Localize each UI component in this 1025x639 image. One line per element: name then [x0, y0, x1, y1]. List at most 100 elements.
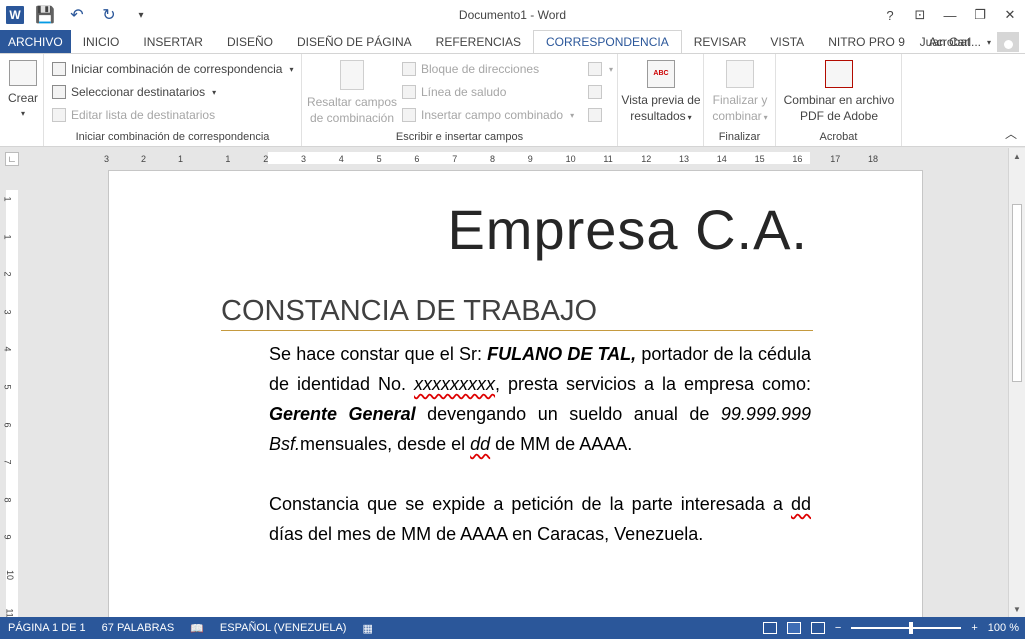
- insert-field-icon: [402, 108, 416, 122]
- ribbon-tabs: ARCHIVO INICIO INSERTAR DISEÑO DISEÑO DE…: [0, 30, 1025, 53]
- help-button[interactable]: ?: [875, 0, 905, 30]
- word-count[interactable]: 67 PALABRAS: [94, 622, 183, 634]
- edit-list-icon: [52, 108, 66, 122]
- view-zoom-controls: − + 100 %: [762, 617, 1019, 639]
- zoom-level[interactable]: 100 %: [988, 622, 1019, 634]
- proofing-icon[interactable]: 📖: [182, 622, 212, 635]
- finish-merge-icon: [726, 60, 754, 88]
- document-page[interactable]: Empresa C.A. CONSTANCIA DE TRABAJO Se ha…: [108, 170, 923, 617]
- ruler-tick: 18: [868, 154, 879, 164]
- seleccionar-label: Seleccionar destinatarios: [71, 85, 206, 99]
- crear-button[interactable]: Crear ▾: [6, 60, 40, 122]
- tab-inicio[interactable]: INICIO: [71, 30, 132, 53]
- combinar-label-1: Combinar en archivo: [783, 93, 895, 107]
- horizontal-ruler[interactable]: ∟ 3 2 1 1 2 3 4 5 6 7 8 9 10 11 12 13 14 15 16 17 18: [0, 148, 1008, 168]
- bloque-label: Bloque de direcciones: [421, 62, 540, 76]
- user-name: Juan Carl...: [919, 35, 981, 49]
- group-label-finalizar: Finalizar: [718, 131, 761, 143]
- print-layout-icon[interactable]: [786, 622, 801, 634]
- document-heading: CONSTANCIA DE TRABAJO: [221, 295, 813, 331]
- group-label-iniciar: Iniciar combinación de correspondencia: [75, 131, 270, 143]
- combinar-pdf-button[interactable]: Combinar en archivo PDF de Adobe: [778, 60, 900, 124]
- zoom-slider[interactable]: [851, 622, 962, 634]
- zoom-in-button[interactable]: +: [971, 622, 977, 634]
- read-mode-icon[interactable]: [762, 622, 777, 634]
- finalizar-button[interactable]: Finalizar y combinar ▾: [706, 60, 774, 126]
- close-button[interactable]: ✕: [995, 0, 1025, 30]
- preview-abc-icon: ABC: [647, 60, 675, 88]
- page-count[interactable]: PÁGINA 1 DE 1: [0, 622, 94, 634]
- scroll-down-icon[interactable]: ▼: [1009, 601, 1025, 617]
- tab-archivo[interactable]: ARCHIVO: [0, 30, 71, 53]
- zoom-out-button[interactable]: −: [835, 622, 841, 634]
- title-bar: W 💾 ↶ ↻ ▾ Documento1 - Word ? ⊡ — ❐ ✕: [0, 0, 1025, 30]
- iniciar-label: Iniciar combinación de correspondencia: [71, 62, 283, 76]
- ruler-tick: 17: [830, 154, 841, 164]
- rules-button[interactable]: ▾: [588, 62, 613, 76]
- seleccionar-destinatarios-button[interactable]: Seleccionar destinatarios ▾: [52, 85, 216, 99]
- tab-correspondencia[interactable]: CORRESPONDENCIA: [533, 30, 682, 53]
- vertical-ruler[interactable]: 1 1 2 3 4 5 6 7 8 9 10 11: [0, 168, 24, 617]
- ruler-tick: 10: [565, 154, 576, 164]
- p1-text-a: Se hace constar que el Sr:: [269, 344, 488, 364]
- editar-lista-button[interactable]: Editar lista de destinatarios: [52, 108, 215, 122]
- scroll-thumb[interactable]: [1012, 204, 1022, 382]
- status-bar: PÁGINA 1 DE 1 67 PALABRAS 📖 ESPAÑOL (VEN…: [0, 617, 1025, 639]
- window-title: Documento1 - Word: [458, 8, 567, 22]
- id-number: xxxxxxxxx: [414, 374, 496, 394]
- p2-text-a: Constancia que se expide a petición de l…: [269, 494, 791, 514]
- update-labels-button[interactable]: [588, 108, 602, 122]
- minimize-button[interactable]: —: [935, 0, 965, 30]
- match-fields-button[interactable]: [588, 85, 602, 99]
- p1-text-c: , presta servicios a la empresa como:: [495, 374, 811, 394]
- ruler-tick: 9: [527, 154, 533, 164]
- chevron-down-icon: ▾: [986, 37, 991, 47]
- tab-revisar[interactable]: REVISAR: [682, 30, 759, 53]
- iniciar-combinacion-button[interactable]: Iniciar combinación de correspondencia ▾: [52, 62, 293, 76]
- language-indicator[interactable]: ESPAÑOL (VENEZUELA): [212, 622, 355, 634]
- ruler-tick: 16: [792, 154, 803, 164]
- ruler-tick: 8: [490, 154, 496, 164]
- rules-icon: [588, 62, 602, 76]
- window-controls: ? ⊡ — ❐ ✕: [875, 0, 1025, 30]
- tab-insertar[interactable]: INSERTAR: [131, 30, 215, 53]
- tab-nitro[interactable]: NITRO PRO 9: [816, 30, 917, 53]
- resaltar-campos-button[interactable]: Resaltar campos de combinación: [306, 60, 398, 126]
- tab-diseno[interactable]: DISEÑO: [215, 30, 285, 53]
- paragraph-2: Constancia que se expide a petición de l…: [269, 489, 811, 549]
- tab-diseno-pagina[interactable]: DISEÑO DE PÁGINA: [285, 30, 424, 53]
- collapse-ribbon-icon[interactable]: ︿: [1005, 125, 1017, 142]
- finalizar-label-2: combinar: [712, 109, 762, 123]
- user-account[interactable]: Juan Carl... ▾: [920, 32, 1019, 52]
- vista-previa-button[interactable]: ABC Vista previa de resultados ▾: [620, 60, 702, 126]
- ruler-tick: 3: [2, 309, 13, 315]
- tab-selector[interactable]: ∟: [5, 152, 19, 166]
- p1-text-f: de MM de AAAA.: [490, 434, 633, 454]
- vista-label-2: resultados: [630, 109, 686, 123]
- vertical-scrollbar[interactable]: ▲ ▼: [1008, 148, 1025, 617]
- ruler-tick: 8: [2, 497, 13, 503]
- group-crear: Crear ▾: [0, 54, 44, 146]
- bloque-direcciones-button[interactable]: Bloque de direcciones: [402, 62, 539, 76]
- ribbon-display-icon[interactable]: ⊡: [905, 0, 935, 30]
- crear-label: Crear: [7, 91, 38, 105]
- insertar-campo-button[interactable]: Insertar campo combinado ▾: [402, 108, 574, 122]
- employee-name: FULANO DE TAL,: [487, 344, 637, 364]
- tab-referencias[interactable]: REFERENCIAS: [424, 30, 533, 53]
- ribbon: Crear ▾ Iniciar combinación de correspon…: [0, 53, 1025, 147]
- ruler-tick: 6: [414, 154, 420, 164]
- envelope-icon: [9, 60, 37, 86]
- combinar-label-2: PDF de Adobe: [799, 109, 879, 123]
- finalizar-label-1: Finalizar y: [712, 93, 768, 107]
- ruler-tick: 2: [263, 154, 269, 164]
- restore-button[interactable]: ❐: [965, 0, 995, 30]
- group-finalizar: Finalizar y combinar ▾ Finalizar: [704, 54, 776, 146]
- group-iniciar: Iniciar combinación de correspondencia ▾ …: [44, 54, 302, 146]
- ruler-tick: 3: [104, 154, 110, 164]
- scroll-up-icon[interactable]: ▲: [1009, 148, 1025, 164]
- tab-vista[interactable]: VISTA: [758, 30, 816, 53]
- web-layout-icon[interactable]: [810, 622, 825, 634]
- day-placeholder-2: dd: [790, 494, 811, 514]
- macro-icon[interactable]: ▦: [354, 622, 380, 635]
- linea-saludo-button[interactable]: Línea de saludo: [402, 85, 506, 99]
